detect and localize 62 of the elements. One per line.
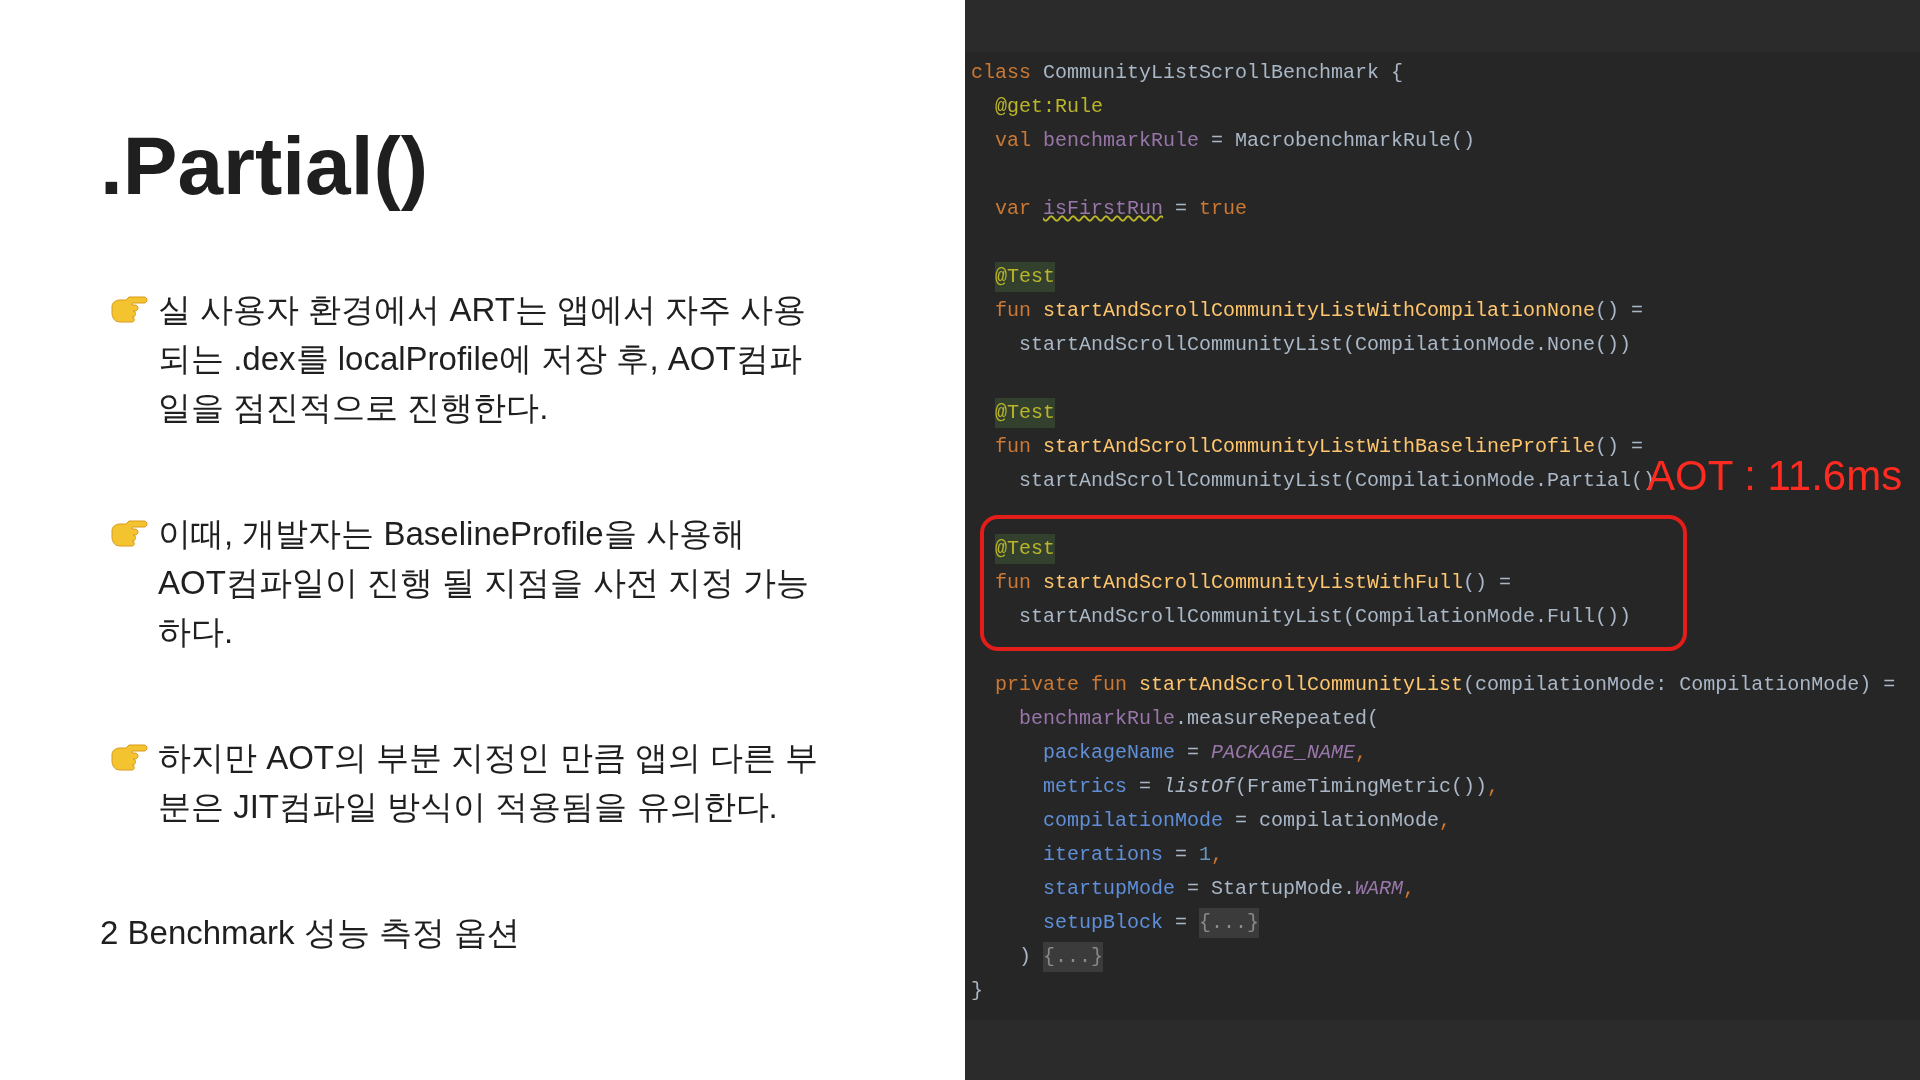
annotation-text: @Test: [995, 534, 1055, 564]
property-name: benchmarkRule: [1018, 706, 1176, 732]
code-text: =: [1174, 196, 1189, 222]
property-name: benchmarkRule: [1043, 128, 1200, 154]
keyword-text: ,: [1355, 740, 1368, 766]
code-text: = StartupMode.: [1186, 876, 1356, 902]
keyword-text: true: [1199, 196, 1248, 222]
variable-name: isFirstRun: [1043, 196, 1164, 222]
argument-name: compilationMode: [1042, 808, 1224, 834]
keyword-text: ,: [1403, 876, 1416, 902]
code-text: =: [1138, 774, 1153, 800]
argument-name: startupMode: [1042, 876, 1176, 902]
keyword-text: val: [994, 128, 1032, 154]
function-name: startAndScrollCommunityListWithFull: [1043, 570, 1464, 596]
argument-name: setupBlock: [1042, 910, 1164, 936]
keyword-text: fun: [994, 570, 1032, 596]
argument-name: iterations: [1042, 842, 1164, 868]
keyword-text: var: [994, 196, 1032, 222]
argument-name: packageName: [1042, 740, 1176, 766]
code-text: = compilationMode: [1234, 808, 1440, 834]
bullet-text: 이때, 개발자는 BaselineProfile을 사용해 AOT컴파일이 진행 될 지점을 사전 지정 가능하다.: [158, 514, 810, 652]
keyword-text: class: [971, 60, 1032, 86]
constant-text: WARM: [1355, 876, 1404, 902]
code-text: () =: [1595, 434, 1644, 460]
code-text: () =: [1463, 570, 1512, 596]
folded-code: {...}: [1199, 908, 1260, 938]
keyword-text: ,: [1439, 808, 1452, 834]
code-text: CommunityListScrollBenchmark {: [1043, 60, 1404, 86]
folded-code: {...}: [1043, 942, 1104, 972]
code-text: (FrameTimingMetric()): [1235, 774, 1488, 800]
keyword-text: fun: [994, 298, 1032, 324]
function-name: startAndScrollCommunityList: [1139, 672, 1464, 698]
pointing-hand-icon: [108, 293, 148, 325]
code-text: =: [1174, 842, 1189, 868]
number-text: 1: [1199, 842, 1212, 868]
pointing-hand-icon: [108, 517, 148, 549]
code-text: startAndScrollCommunityList(CompilationMode.None()): [1018, 332, 1632, 358]
code-text: .measureRepeated(: [1175, 706, 1380, 732]
code-text: = MacrobenchmarkRule(): [1210, 128, 1476, 154]
keyword-text: ,: [1487, 774, 1500, 800]
code-text: startAndScrollCommunityList(CompilationMode.Full()): [1018, 604, 1632, 630]
keyword-text: fun: [994, 434, 1032, 460]
code-text: (compilationMode: CompilationMode) =: [1463, 672, 1896, 698]
annotation-text: @get:Rule: [994, 94, 1104, 120]
annotation-text: @Test: [995, 398, 1055, 428]
constant-text: PACKAGE_NAME: [1211, 740, 1356, 766]
annotation-text: @Test: [995, 262, 1055, 292]
keyword-text: private fun: [994, 672, 1129, 698]
code-text: =: [1174, 910, 1189, 936]
argument-name: metrics: [1042, 774, 1128, 800]
keyword-text: ,: [1211, 842, 1224, 868]
bullet-text: 실 사용자 환경에서 ART는 앱에서 자주 사용되는 .dex를 localProfile에 저장 후, AOT컴파일을 점진적으로 진행한다.: [158, 290, 808, 428]
code-text: ): [1018, 944, 1032, 970]
code-text: =: [1186, 740, 1201, 766]
bullet-text: 2 Benchmark 성능 측정 옵션: [100, 913, 520, 953]
function-name: startAndScrollCommunityListWithCompilationNone: [1043, 298, 1596, 324]
code-text: }: [971, 978, 983, 1004]
bullet-text: 하지만 AOT의 부분 지정인 만큼 앱의 다른 부분은 JIT컴파일 방식이 적용됨을 유의한다.: [158, 738, 820, 827]
pointing-hand-icon: [108, 741, 148, 773]
function-name: startAndScrollCommunityListWithBaselineProfile: [1043, 434, 1596, 460]
function-call: listOf: [1163, 774, 1236, 800]
code-text: () =: [1595, 298, 1644, 324]
